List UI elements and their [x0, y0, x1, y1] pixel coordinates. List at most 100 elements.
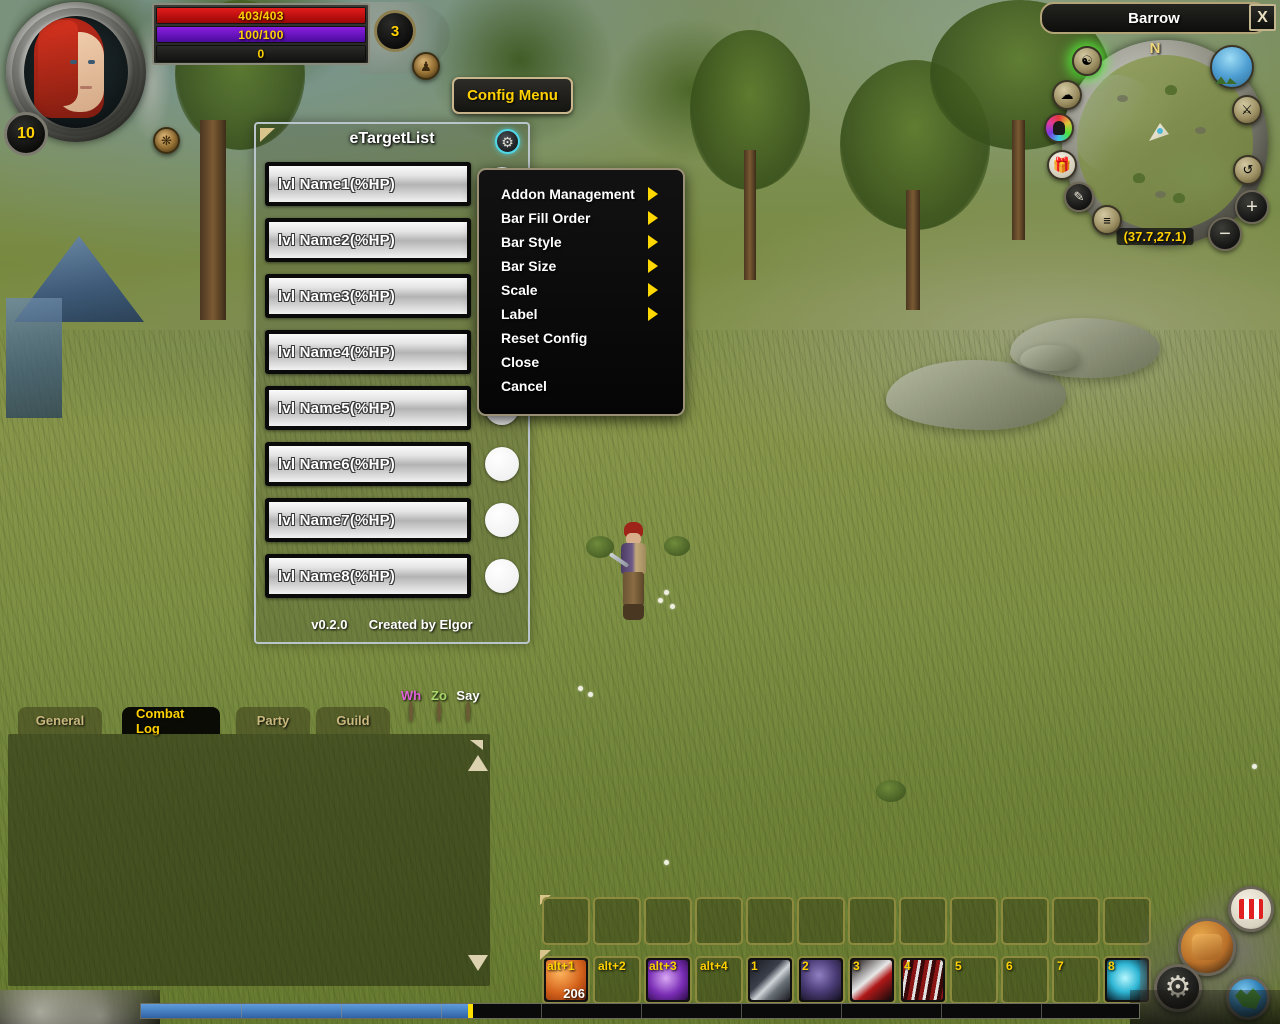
tracking-icon[interactable]: ☯	[1072, 46, 1102, 76]
action-bar-cluster[interactable]: alt+1 206 alt+2 alt+3 alt+4 1 2 3 4 5 6 …	[540, 895, 1160, 1005]
action-slot[interactable]	[695, 897, 743, 945]
menu-item-scale[interactable]: Scale	[479, 278, 683, 302]
target-status-dot[interactable]	[485, 559, 519, 593]
action-slot[interactable]	[593, 897, 641, 945]
quest-log-icon[interactable]: ≡	[1092, 205, 1122, 235]
gift-glyph: 🎁	[1052, 157, 1072, 174]
target-bar[interactable]: lvl Name7(%HP)	[265, 498, 471, 542]
config-menu-button[interactable]: Config Menu	[452, 77, 573, 114]
xp-divider	[541, 1004, 542, 1018]
menu-item-label: Addon Management	[501, 186, 635, 202]
notes-icon[interactable]: ✎	[1064, 182, 1094, 212]
action-slot[interactable]	[1052, 897, 1100, 945]
menu-item-addon-management[interactable]: Addon Management	[479, 182, 683, 206]
player-stat-bars: 403/403 100/100 0	[152, 3, 370, 65]
target-status-dot[interactable]	[485, 503, 519, 537]
scroll-up-arrow-icon[interactable]	[468, 755, 488, 771]
minimap-bush	[1173, 193, 1185, 203]
flower	[670, 604, 675, 609]
voice-orb	[437, 701, 441, 722]
menu-item-close[interactable]: Close	[479, 350, 683, 374]
target-bar[interactable]: lvl Name5(%HP)	[265, 386, 471, 430]
menu-item-bar-size[interactable]: Bar Size	[479, 254, 683, 278]
menu-item-label: Bar Size	[501, 258, 557, 274]
tab-party[interactable]: Party	[236, 707, 310, 734]
target-bar[interactable]: lvl Name6(%HP)	[265, 442, 471, 486]
menu-item-bar-fill-order[interactable]: Bar Fill Order	[479, 206, 683, 230]
list-item[interactable]: lvl Name8(%HP)	[265, 551, 523, 607]
voice-button-whisper[interactable]: Wh	[398, 688, 424, 722]
action-slot[interactable]	[848, 897, 896, 945]
add-member-icon[interactable]: ♟	[412, 52, 440, 80]
tab-guild[interactable]: Guild	[316, 707, 390, 734]
minimap-bush	[1165, 85, 1177, 95]
rest-state-badge: 3	[374, 10, 416, 52]
voice-button-say[interactable]: Say	[452, 688, 484, 722]
day-night-icon[interactable]	[1210, 45, 1254, 89]
mana-value: 100/100	[238, 27, 284, 42]
target-bar-label: lvl Name4(%HP)	[278, 343, 396, 361]
target-bar[interactable]: lvl Name8(%HP)	[265, 554, 471, 598]
action-slot[interactable]	[950, 897, 998, 945]
menu-item-cancel[interactable]: Cancel	[479, 374, 683, 398]
rock	[1020, 345, 1080, 371]
action-slot[interactable]	[644, 897, 692, 945]
action-slot-key: alt+2	[598, 959, 626, 973]
minimap-bush	[1133, 173, 1145, 183]
gear-icon[interactable]: ⚙	[495, 129, 520, 154]
target-status-dot[interactable]	[485, 447, 519, 481]
tab-general[interactable]: General	[18, 707, 102, 734]
gift-icon[interactable]: 🎁	[1047, 150, 1077, 180]
health-bar: 403/403	[156, 7, 366, 24]
menu-item-label: Cancel	[501, 378, 547, 394]
target-bar[interactable]: lvl Name3(%HP)	[265, 274, 471, 318]
zoom-in-icon[interactable]: +	[1235, 190, 1269, 224]
rainbow-portrait-icon[interactable]	[1044, 113, 1074, 143]
tab-combat-log[interactable]: Combat Log	[122, 706, 220, 736]
list-item[interactable]: lvl Name6(%HP)	[265, 439, 523, 495]
tree-trunk	[1012, 120, 1025, 240]
bush	[876, 780, 906, 802]
clock-icon[interactable]: ↺	[1233, 155, 1263, 185]
scroll-down-arrow-icon[interactable]	[468, 955, 488, 971]
action-slot[interactable]	[746, 897, 794, 945]
close-icon[interactable]: X	[1249, 4, 1276, 31]
target-bar[interactable]: lvl Name1(%HP)	[265, 162, 471, 206]
target-bar-label: lvl Name5(%HP)	[278, 399, 396, 417]
minimap-cluster[interactable]: Barrow X N (37.7,27.1) ☯ ☁ 🎁 ✎ ≡ ⚔ ↺ + −	[1030, 0, 1280, 260]
menu-item-label[interactable]: Label	[479, 302, 683, 326]
action-slot[interactable]	[542, 897, 590, 945]
action-slot-key: alt+1	[547, 959, 575, 973]
gift-icon[interactable]	[1228, 886, 1274, 932]
action-slot-key: 8	[1108, 959, 1115, 973]
chevron-right-icon	[648, 283, 658, 297]
pvp-swords-icon[interactable]: ⚔	[1232, 95, 1262, 125]
quest-log-glyph: ≡	[1103, 212, 1111, 228]
xp-divider	[1041, 1004, 1042, 1018]
target-bar[interactable]: lvl Name4(%HP)	[265, 330, 471, 374]
minimap-north-label: N	[1149, 40, 1161, 57]
target-bar[interactable]: lvl Name2(%HP)	[265, 218, 471, 262]
action-slot-key: 6	[1006, 959, 1013, 973]
chat-message-frame[interactable]	[8, 734, 490, 986]
menu-item-reset-config[interactable]: Reset Config	[479, 326, 683, 350]
zoom-out-icon[interactable]: −	[1208, 217, 1242, 251]
list-item[interactable]: lvl Name7(%HP)	[265, 495, 523, 551]
player-character	[608, 522, 656, 622]
pet-paw-icon[interactable]: ❋	[153, 127, 180, 154]
xp-divider	[641, 1004, 642, 1018]
action-slot[interactable]	[899, 897, 947, 945]
config-context-menu[interactable]: Addon Management Bar Fill Order Bar Styl…	[477, 168, 685, 416]
menu-item-label: Close	[501, 354, 540, 370]
minimap-rock	[1155, 191, 1166, 198]
menu-item-bar-style[interactable]: Bar Style	[479, 230, 683, 254]
voice-button-zone[interactable]: Zo	[426, 688, 452, 722]
experience-bar[interactable]	[140, 1003, 1140, 1019]
voice-channel-cluster[interactable]: Wh Zo Say	[398, 688, 484, 732]
action-slot[interactable]	[1001, 897, 1049, 945]
portrait-eye-right	[88, 60, 95, 64]
chevron-right-icon	[648, 235, 658, 249]
action-slot[interactable]	[797, 897, 845, 945]
chat-resize-handle-icon[interactable]	[470, 740, 483, 750]
weather-cloud-icon[interactable]: ☁	[1052, 80, 1082, 110]
